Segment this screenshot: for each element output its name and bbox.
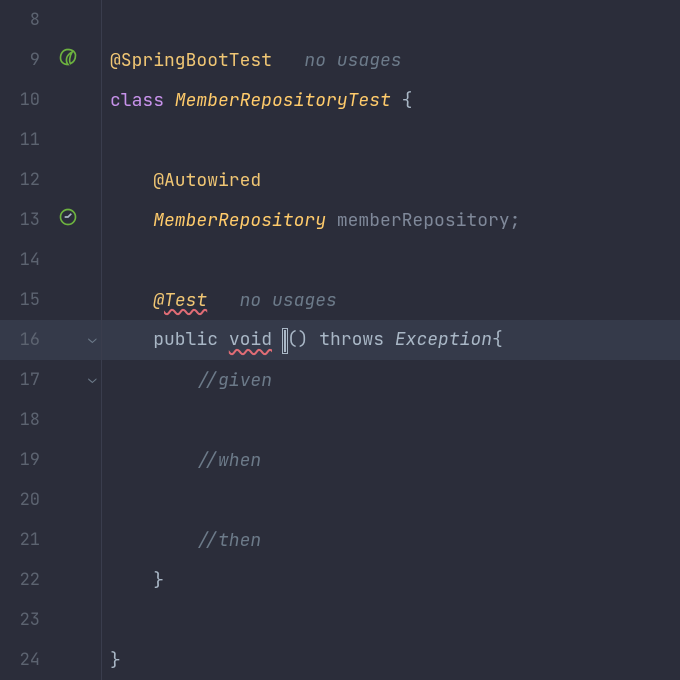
line-number: 23: [0, 609, 52, 631]
exception-type: Exception: [395, 328, 492, 351]
keyword-public: public: [153, 328, 229, 351]
code-line[interactable]: 12 @Autowired: [0, 160, 680, 200]
fold-column: [84, 280, 102, 320]
comment: //given: [196, 369, 272, 392]
fold-column: [84, 480, 102, 520]
code-line[interactable]: 8: [0, 0, 680, 40]
code-line[interactable]: 13 MemberRepository memberRepository;: [0, 200, 680, 240]
line-number: 20: [0, 489, 52, 511]
line-number: 11: [0, 129, 52, 151]
code-editor[interactable]: 8 9 @SpringBootTest no usages 10 class M…: [0, 0, 680, 680]
fold-column: [84, 600, 102, 640]
fold-column: [84, 640, 102, 680]
annotation: @SpringBootTest: [110, 49, 272, 72]
type-name: MemberRepository: [153, 209, 326, 232]
gutter-icon-slot[interactable]: [52, 207, 84, 233]
annotation: @Autowired: [153, 169, 261, 192]
text-cursor: [284, 330, 286, 352]
line-number: 18: [0, 409, 52, 431]
line-number: 14: [0, 249, 52, 271]
brace: }: [153, 569, 164, 592]
code-line[interactable]: 14: [0, 240, 680, 280]
code-line[interactable]: 10 class MemberRepositoryTest {: [0, 80, 680, 120]
fold-column[interactable]: ⌄: [84, 360, 102, 400]
chevron-down-icon: ⌄: [88, 370, 96, 388]
code-line[interactable]: 24 }: [0, 640, 680, 680]
fold-column: [84, 200, 102, 240]
comment: //then: [196, 529, 261, 552]
brace: }: [110, 649, 121, 672]
line-number: 16: [0, 329, 52, 351]
fold-column[interactable]: ⌄: [84, 320, 102, 360]
spring-bean-icon: [58, 207, 78, 233]
line-number: 12: [0, 169, 52, 191]
fold-column: [84, 400, 102, 440]
fold-column: [84, 120, 102, 160]
fold-column: [84, 440, 102, 480]
code-line[interactable]: 9 @SpringBootTest no usages: [0, 40, 680, 80]
keyword-throws: throws: [319, 328, 395, 351]
line-number: 15: [0, 289, 52, 311]
fold-column: [84, 240, 102, 280]
parens: (): [287, 328, 319, 351]
code-line[interactable]: 18: [0, 400, 680, 440]
fold-column: [84, 520, 102, 560]
code-line[interactable]: 19 //when: [0, 440, 680, 480]
code-line[interactable]: 11: [0, 120, 680, 160]
identifier: memberRepository;: [326, 209, 520, 232]
code-line[interactable]: 15 @Test no usages: [0, 280, 680, 320]
line-number: 13: [0, 209, 52, 231]
fold-column: [84, 160, 102, 200]
line-number: 19: [0, 449, 52, 471]
annotation-at: @: [153, 289, 164, 312]
keyword-class: class: [110, 89, 164, 112]
spring-leaf-icon: [58, 47, 78, 73]
line-number: 10: [0, 89, 52, 111]
usage-hint[interactable]: no usages: [240, 289, 337, 312]
gutter-icon-slot[interactable]: [52, 47, 84, 73]
fold-column: [84, 40, 102, 80]
code-line-active[interactable]: 16 ⌄ public void () throws Exception{: [0, 320, 680, 360]
chevron-down-icon: ⌄: [88, 330, 96, 348]
line-number: 9: [0, 49, 52, 71]
code-line[interactable]: 22 }: [0, 560, 680, 600]
fold-column: [84, 0, 102, 40]
line-number: 21: [0, 529, 52, 551]
brace: {: [492, 328, 503, 351]
code-line[interactable]: 20: [0, 480, 680, 520]
code-line[interactable]: 21 //then: [0, 520, 680, 560]
comment: //when: [196, 449, 261, 472]
line-number: 24: [0, 649, 52, 671]
line-number: 22: [0, 569, 52, 591]
code-line[interactable]: 17 ⌄ //given: [0, 360, 680, 400]
line-number: 17: [0, 369, 52, 391]
keyword-void: void: [229, 328, 272, 351]
usage-hint[interactable]: no usages: [304, 49, 401, 72]
fold-column: [84, 560, 102, 600]
class-name: MemberRepositoryTest: [175, 89, 391, 112]
code-line[interactable]: 23: [0, 600, 680, 640]
annotation-test: Test: [164, 289, 207, 312]
brace: {: [391, 89, 413, 112]
line-number: 8: [0, 9, 52, 31]
fold-column: [84, 80, 102, 120]
